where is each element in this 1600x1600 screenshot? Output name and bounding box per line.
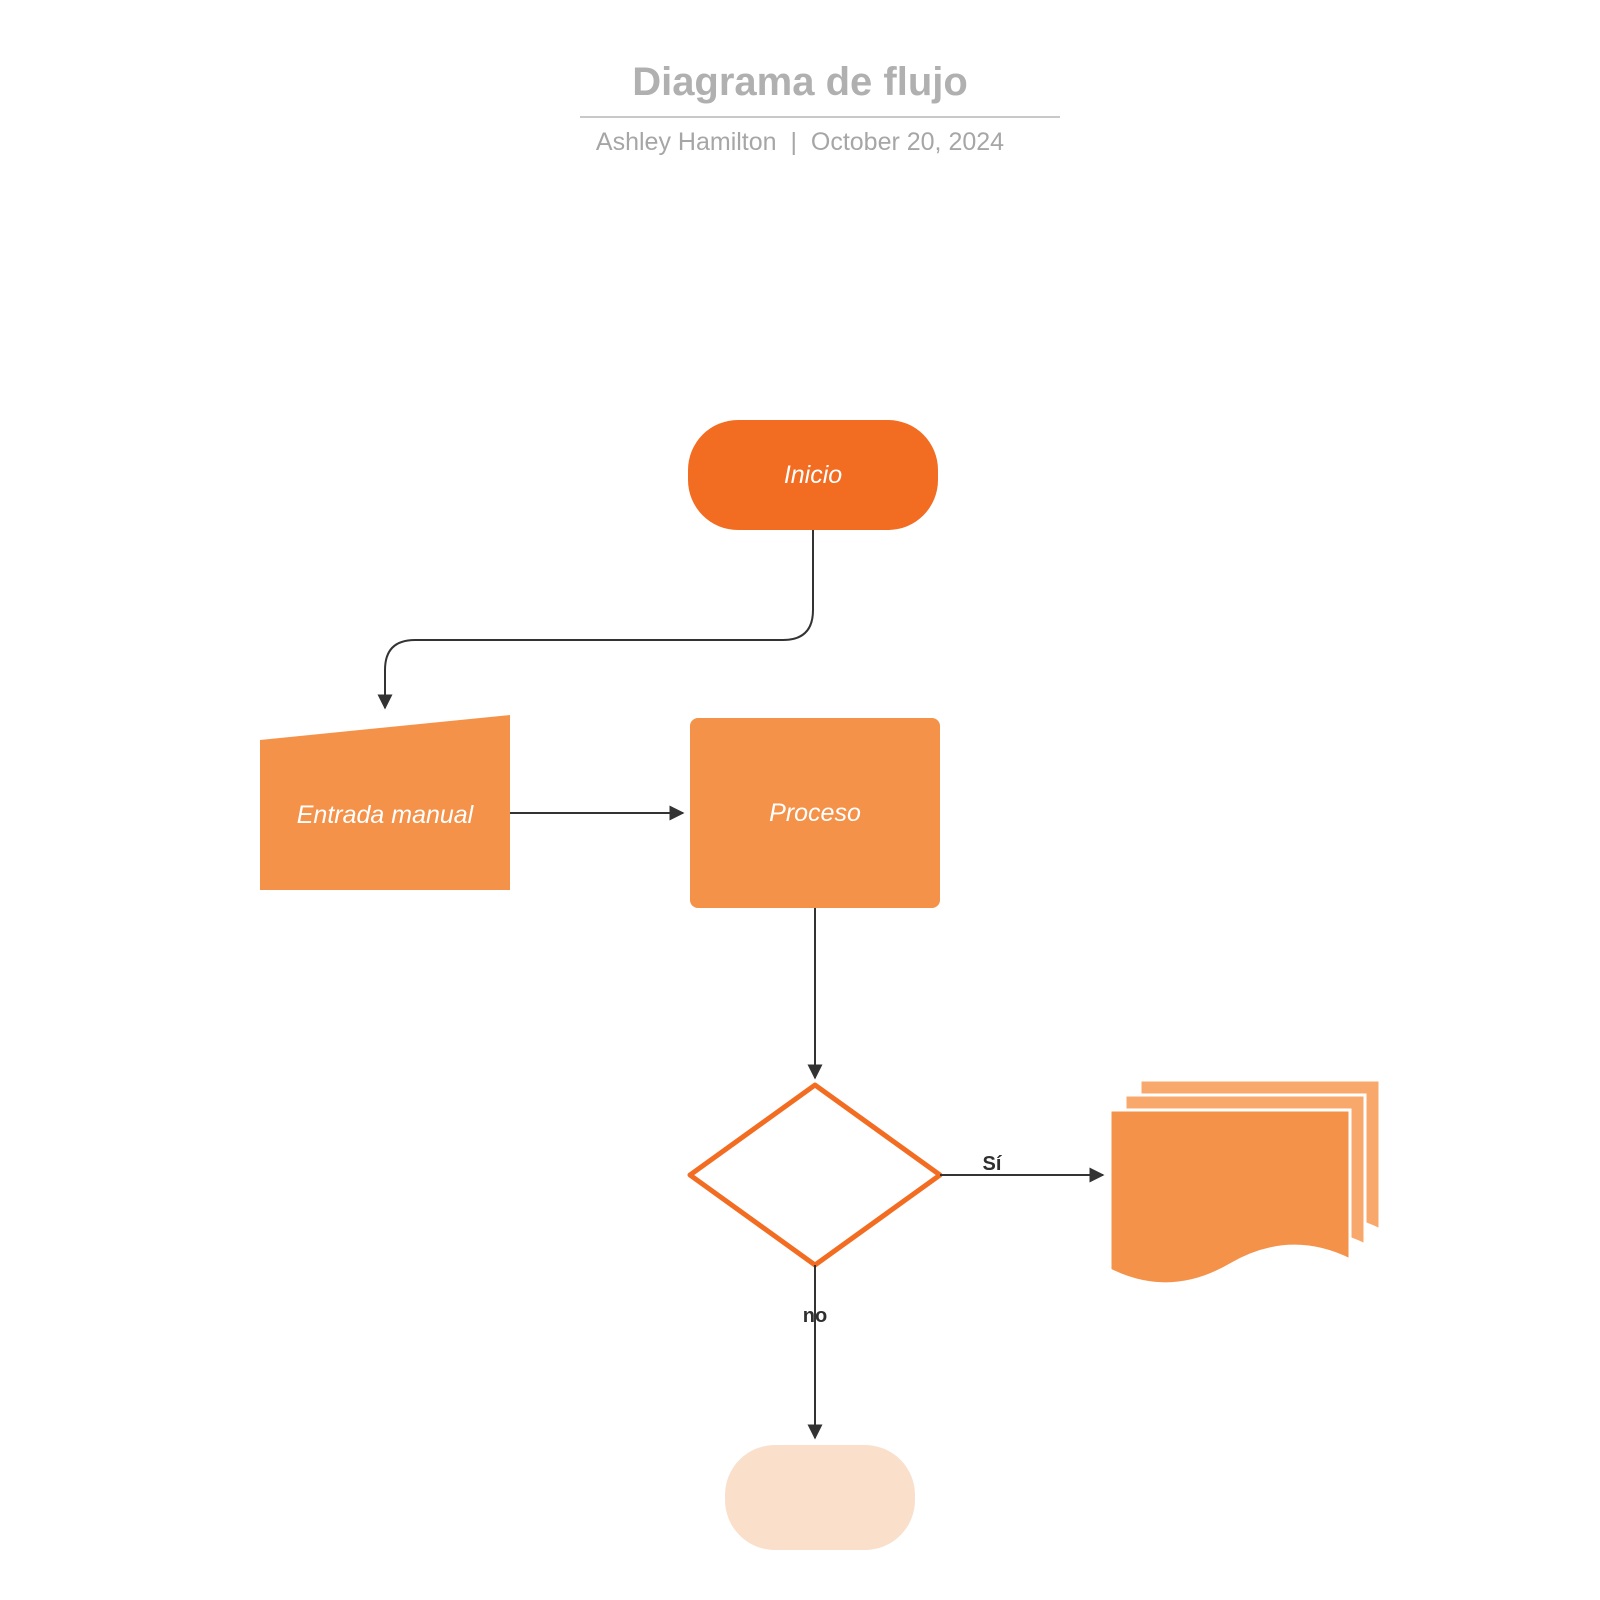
manual-input-label: Entrada manual bbox=[297, 801, 474, 830]
start-label: Inicio bbox=[784, 461, 842, 490]
process-node[interactable]: Proceso bbox=[690, 718, 940, 908]
diagram-canvas: Diagrama de flujo Ashley Hamilton | Octo… bbox=[0, 0, 1600, 1600]
decision-node[interactable] bbox=[690, 1085, 940, 1265]
documents-node[interactable] bbox=[1110, 1080, 1380, 1284]
end-node[interactable] bbox=[725, 1445, 915, 1550]
edge-yes-label: Sí bbox=[983, 1153, 1003, 1175]
process-label: Proceso bbox=[769, 799, 861, 828]
start-node[interactable]: Inicio bbox=[688, 420, 938, 530]
flowchart-svg: Inicio Entrada manual Proceso bbox=[0, 0, 1600, 1600]
edge-start-to-manual bbox=[385, 530, 813, 708]
manual-input-node[interactable]: Entrada manual bbox=[260, 715, 510, 890]
edge-no-label: no bbox=[803, 1305, 827, 1327]
